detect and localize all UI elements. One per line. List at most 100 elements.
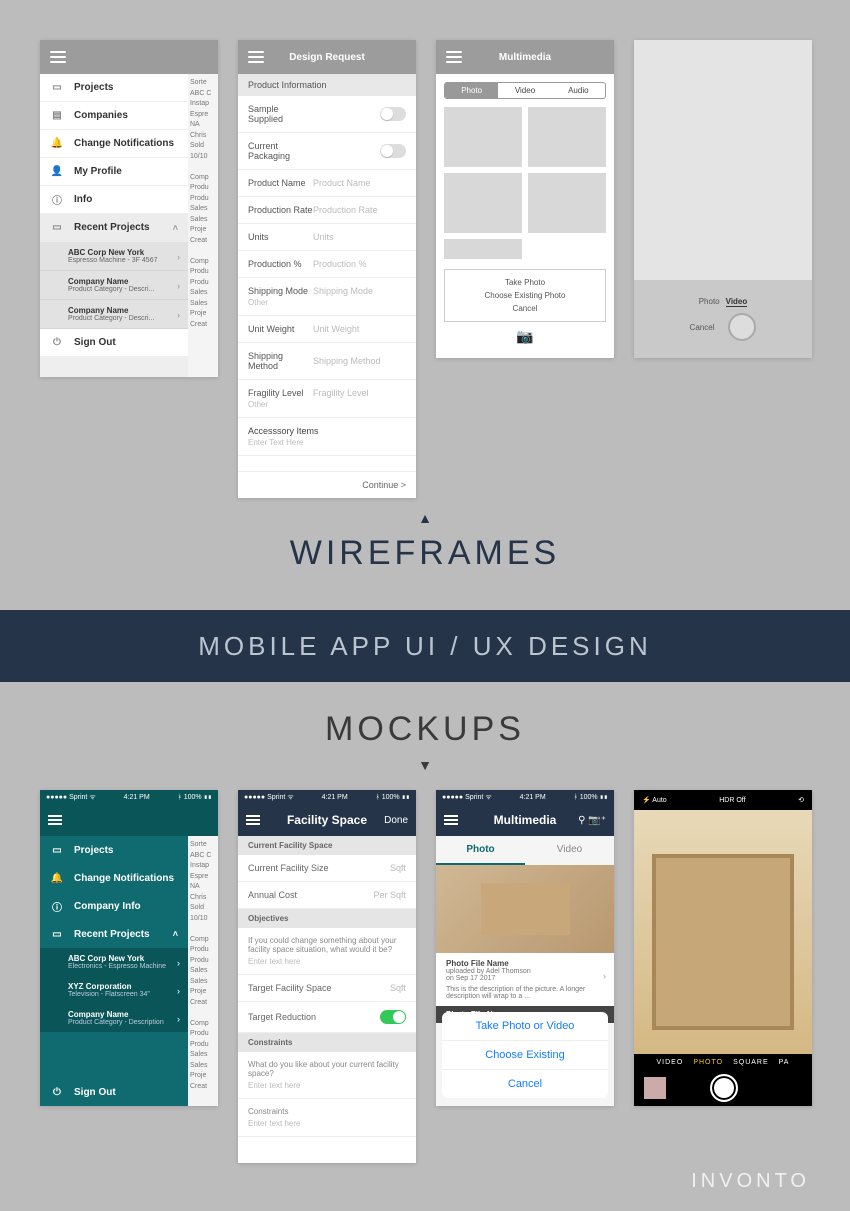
sidebar-item-projects[interactable]: ▭Projects	[40, 74, 188, 102]
sidebar-item-projects[interactable]: ▭Projects	[40, 836, 188, 864]
sidebar-item-recent[interactable]: ▭Recent Projects˄	[40, 920, 188, 948]
question: If you could change something about your…	[248, 936, 397, 954]
camera-viewfinder	[634, 40, 812, 280]
tab-photo[interactable]: Photo	[436, 836, 525, 865]
sidebar-item-signout[interactable]: ⏻ Sign Out	[40, 329, 188, 357]
objectives-question[interactable]: If you could change something about your…	[238, 928, 416, 975]
filters-icon[interactable]	[782, 1078, 802, 1098]
placeholder: Unit Weight	[313, 324, 359, 334]
mode-video[interactable]: VIDEO	[657, 1059, 684, 1066]
recent-item[interactable]: ABC Corp New YorkEspresso Machine - 3F 4…	[40, 242, 188, 271]
flip-camera-icon[interactable]: ⟲	[798, 796, 804, 804]
chevron-right-icon: ›	[177, 252, 180, 262]
recent-item[interactable]: ABC Corp New YorkElectronics - Espresso …	[40, 948, 188, 976]
mockup-sidebar-screen: ●●●●● Sprint ᯤ4:21 PMᚼ 100% ▮▮ Sorte ABC…	[40, 790, 218, 1106]
recent-item[interactable]: Company NameProduct Category - Descripti…	[40, 1004, 188, 1032]
action-take-photo-video[interactable]: Take Photo or Video	[442, 1012, 608, 1041]
thumbnail[interactable]	[528, 173, 606, 233]
thumbnail[interactable]	[444, 239, 522, 259]
tab-video[interactable]: Video	[525, 836, 614, 865]
field-facility-size[interactable]: Current Facility SizeSqft	[238, 855, 416, 882]
folder-icon: ▭	[50, 845, 64, 856]
heading-label: WIREFRAMES	[0, 534, 850, 573]
last-photo-thumbnail[interactable]	[644, 1077, 666, 1099]
tab-photo[interactable]: Photo	[445, 83, 498, 98]
field-production-rate[interactable]: Production RateProduction Rate	[238, 197, 416, 224]
placeholder: Per Sqft	[373, 890, 406, 900]
label: Sign Out	[74, 337, 116, 348]
tab-video[interactable]: Video	[498, 83, 551, 98]
toggle[interactable]	[380, 144, 406, 158]
thumbnail[interactable]	[528, 107, 606, 167]
field-target-space[interactable]: Target Facility SpaceSqft	[238, 975, 416, 1002]
field-shipping-method[interactable]: Shipping MethodShipping Method	[238, 343, 416, 380]
field-production-pct[interactable]: Production %Production %	[238, 251, 416, 278]
person-icon: 👤	[50, 166, 64, 177]
sidebar-item-notifications[interactable]: 🔔Change Notifications	[40, 864, 188, 892]
toggle[interactable]	[380, 107, 406, 121]
field-fragility[interactable]: Fragility LevelFragility LevelOther	[238, 380, 416, 418]
done-button[interactable]: Done	[384, 815, 408, 826]
shutter-button[interactable]	[728, 313, 756, 341]
power-icon: ⏻	[50, 337, 64, 348]
time: 4:21 PM	[124, 794, 150, 801]
thumbnail-grid	[436, 107, 614, 233]
hamburger-icon[interactable]	[444, 815, 458, 825]
field-product-name[interactable]: Product NameProduct Name	[238, 170, 416, 197]
thumbnail[interactable]	[444, 173, 522, 233]
mode-photo[interactable]: Photo	[699, 297, 720, 307]
action-cancel[interactable]: Cancel	[442, 1070, 608, 1098]
chevron-up-icon: ˄	[173, 929, 178, 939]
action-choose-existing[interactable]: Choose Existing Photo	[445, 289, 605, 302]
mode-square[interactable]: SQUARE	[733, 1059, 769, 1066]
field-accessory[interactable]: Accesssory ItemsEnter Text Here	[238, 418, 416, 456]
hamburger-icon[interactable]	[248, 51, 264, 63]
sidebar-item-companies[interactable]: ▤Companies	[40, 102, 188, 130]
mode-pano[interactable]: PA	[779, 1059, 790, 1066]
field-annual-cost[interactable]: Annual CostPer Sqft	[238, 882, 416, 909]
field-units[interactable]: UnitsUnits	[238, 224, 416, 251]
sidebar-item-recent[interactable]: ▭Recent Projects˄	[40, 214, 188, 242]
wireframe-camera-screen: Photo Video Cancel	[634, 40, 812, 358]
continue-button[interactable]: Continue >	[238, 471, 416, 498]
toggle-on[interactable]	[380, 1010, 406, 1024]
label: Sign Out	[74, 1087, 116, 1098]
desc: Product Category - Descri...	[68, 286, 178, 293]
placeholder: Product Name	[313, 178, 371, 188]
recent-item[interactable]: XYZ CorporationTelevision - Flatscreen 3…	[40, 976, 188, 1004]
shutter-button[interactable]	[710, 1074, 738, 1102]
hamburger-icon[interactable]	[48, 815, 62, 825]
camera-icon[interactable]: 📷	[436, 328, 614, 345]
field-shipping-mode[interactable]: Shipping ModeShipping ModeOther	[238, 278, 416, 316]
hamburger-icon[interactable]	[50, 51, 66, 63]
toolbar-icons[interactable]: ⚲ 📷⁺	[578, 815, 606, 826]
hamburger-icon[interactable]	[446, 51, 462, 63]
chevron-right-icon: ›	[603, 971, 606, 981]
sidebar-item-info[interactable]: ⓘInfo	[40, 186, 188, 214]
hdr-mode[interactable]: HDR Off	[719, 797, 745, 804]
recent-item[interactable]: Company NameProduct Category - Descri...…	[40, 271, 188, 300]
label: Unit Weight	[248, 324, 313, 334]
thumbnail[interactable]	[444, 107, 522, 167]
field-packaging: Current Packaging	[238, 133, 416, 170]
action-cancel[interactable]: Cancel	[445, 302, 605, 315]
flash-mode[interactable]: ⚡ Auto	[642, 796, 667, 804]
cancel-button[interactable]: Cancel	[690, 323, 715, 332]
label: Units	[248, 232, 313, 242]
constraints-question[interactable]: What do you like about your current faci…	[238, 1052, 416, 1099]
field-unit-weight[interactable]: Unit WeightUnit Weight	[238, 316, 416, 343]
sidebar-item-company-info[interactable]: ⓘCompany Info	[40, 892, 188, 920]
constraints-field[interactable]: ConstraintsEnter text here	[238, 1099, 416, 1137]
sidebar-item-notifications[interactable]: 🔔Change Notifications	[40, 130, 188, 158]
action-choose-existing[interactable]: Choose Existing	[442, 1041, 608, 1070]
sidebar-item-profile[interactable]: 👤My Profile	[40, 158, 188, 186]
action-take-photo[interactable]: Take Photo	[445, 276, 605, 289]
hamburger-icon[interactable]	[246, 815, 260, 825]
sidebar-item-signout[interactable]: ⏻ Sign Out	[40, 1078, 188, 1106]
power-icon: ⏻	[50, 1087, 64, 1098]
mode-video[interactable]: Video	[726, 297, 748, 307]
tab-audio[interactable]: Audio	[552, 83, 605, 98]
recent-item[interactable]: Company NameProduct Category - Descri...…	[40, 300, 188, 329]
mode-photo[interactable]: PHOTO	[693, 1059, 723, 1066]
media-card[interactable]: Photo File Name uploaded by Adel Thomson…	[436, 865, 614, 1006]
